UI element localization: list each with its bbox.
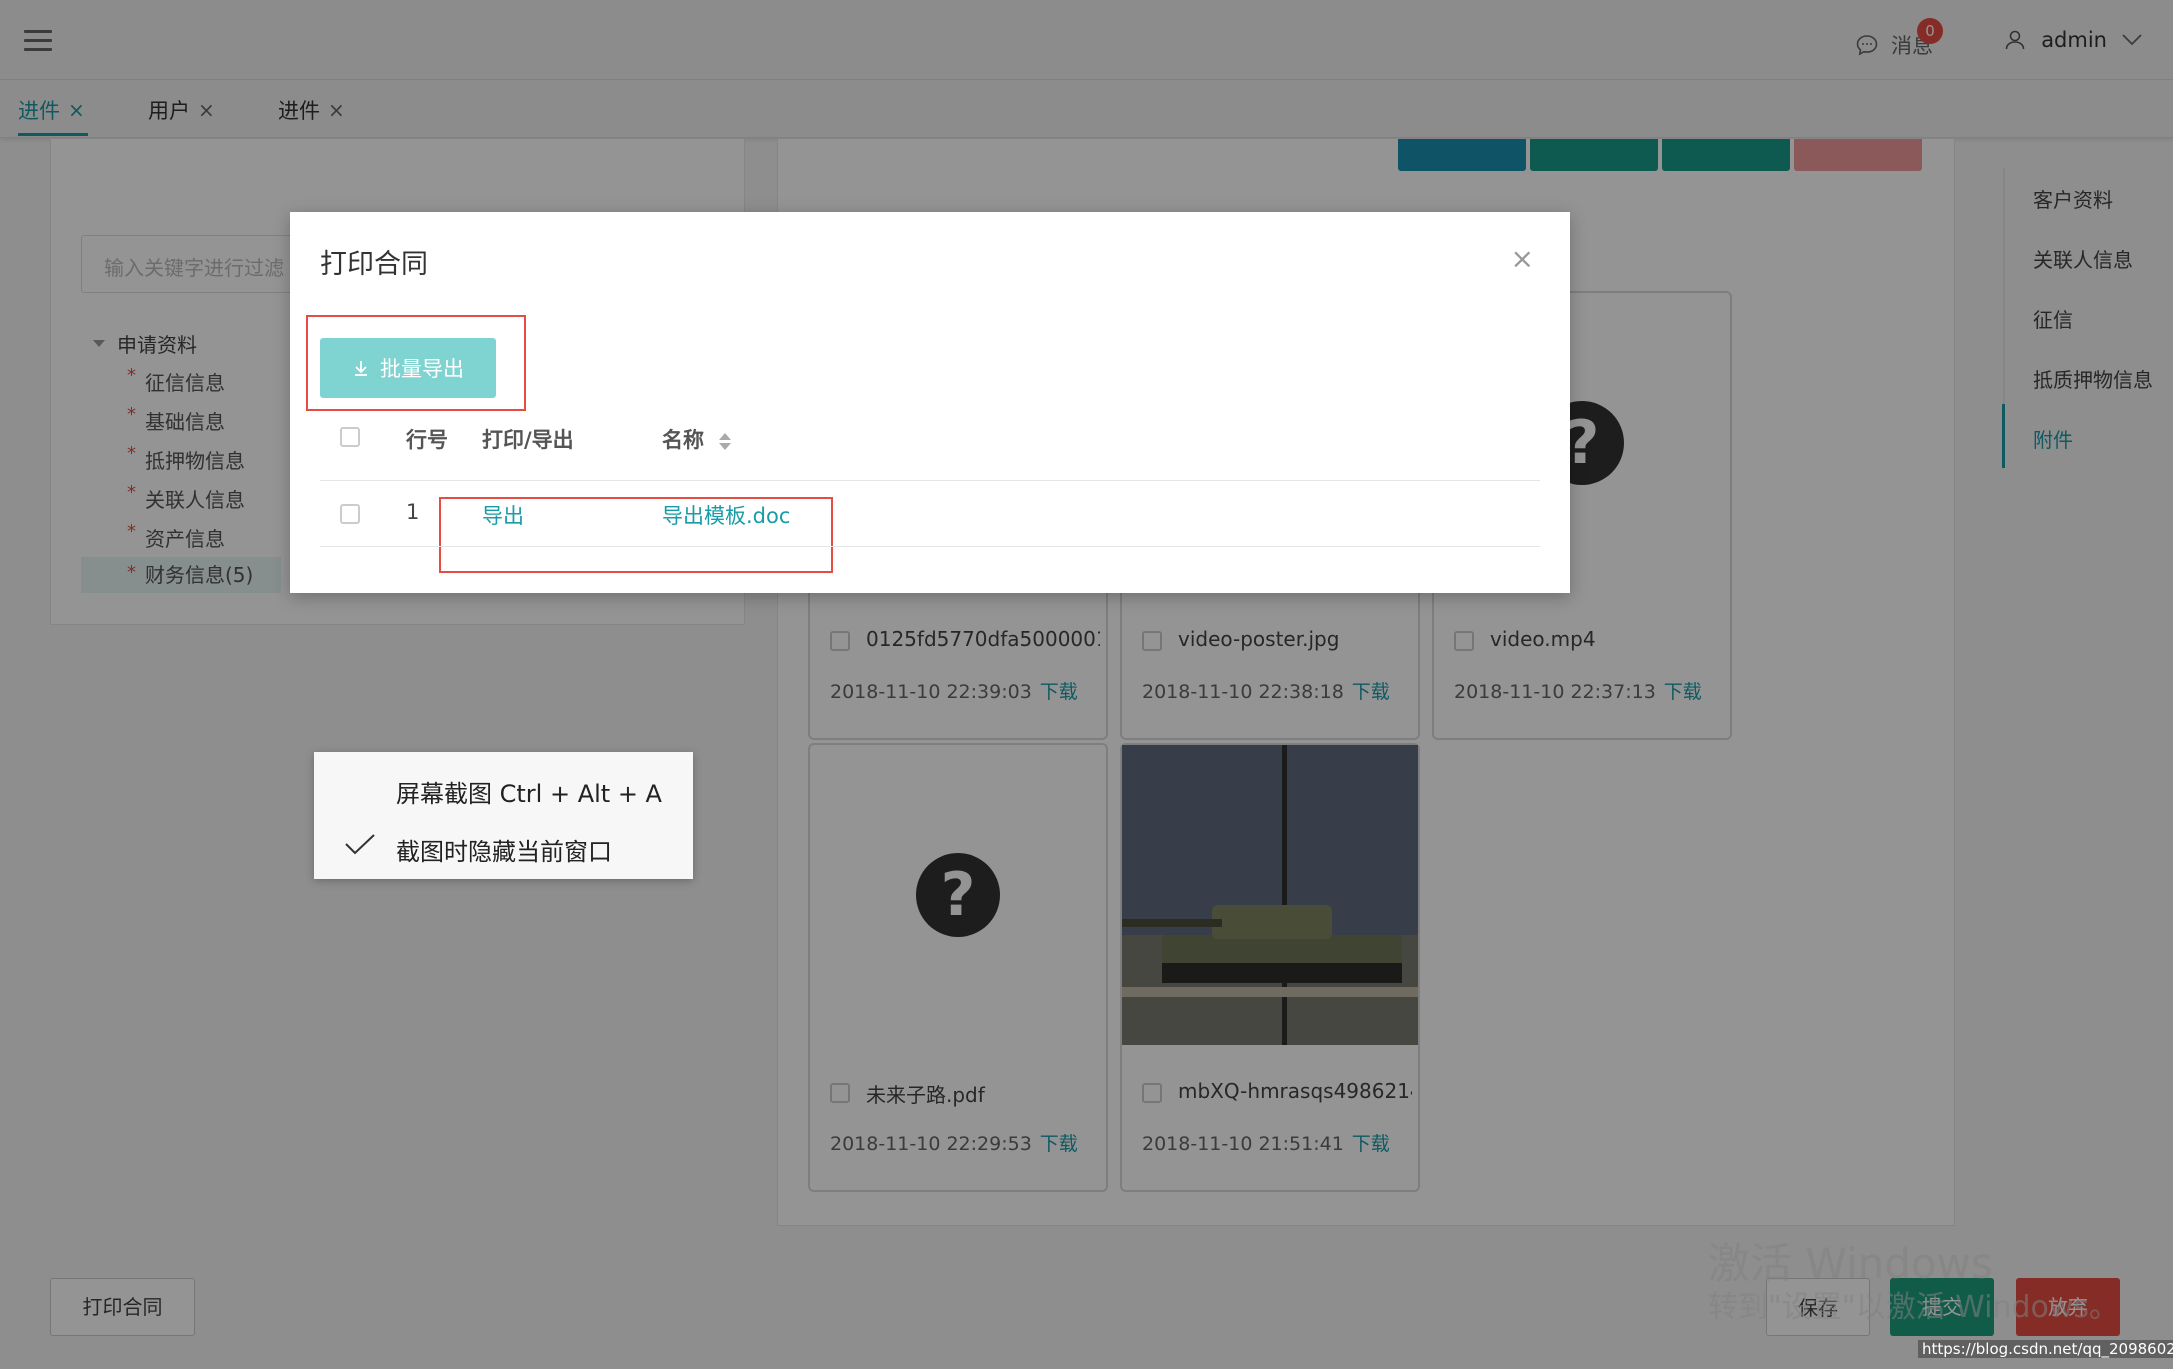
batch-export-label: 批量导出	[380, 357, 464, 381]
select-all-checkbox[interactable]	[340, 427, 360, 447]
row-checkbox[interactable]	[340, 504, 360, 524]
menu-item-screenshot[interactable]: 屏幕截图 Ctrl + Alt + A	[396, 774, 662, 809]
header-divider	[320, 480, 1540, 481]
annotation-box	[439, 497, 833, 573]
column-name[interactable]: 名称	[662, 424, 732, 454]
batch-export-button[interactable]: 批量导出	[320, 338, 496, 398]
print-contract-dialog: 打印合同 × 批量导出 行号 打印/导出 名称 1 导出 导出模板.doc	[290, 212, 1570, 593]
menu-item-hide-window[interactable]: 截图时隐藏当前窗口	[396, 832, 612, 867]
windows-activation-hint: 转到"设置"以激活 Windows。	[1708, 1290, 2120, 1325]
column-name-label: 名称	[662, 428, 704, 452]
row-divider	[320, 546, 1540, 547]
dialog-title: 打印合同	[320, 249, 428, 280]
column-row-no: 行号	[406, 428, 448, 452]
source-url: https://blog.csdn.net/qq_20986029	[1918, 1340, 2173, 1358]
row-number: 1	[406, 500, 420, 524]
download-icon	[355, 361, 367, 376]
modal-overlay[interactable]	[0, 0, 2173, 1369]
close-icon[interactable]: ×	[1511, 242, 1534, 275]
column-print-export: 打印/导出	[482, 428, 574, 452]
checkmark-icon	[345, 834, 375, 855]
screenshot-context-menu: 屏幕截图 Ctrl + Alt + A 截图时隐藏当前窗口	[314, 752, 693, 879]
sort-icon[interactable]	[719, 432, 732, 450]
